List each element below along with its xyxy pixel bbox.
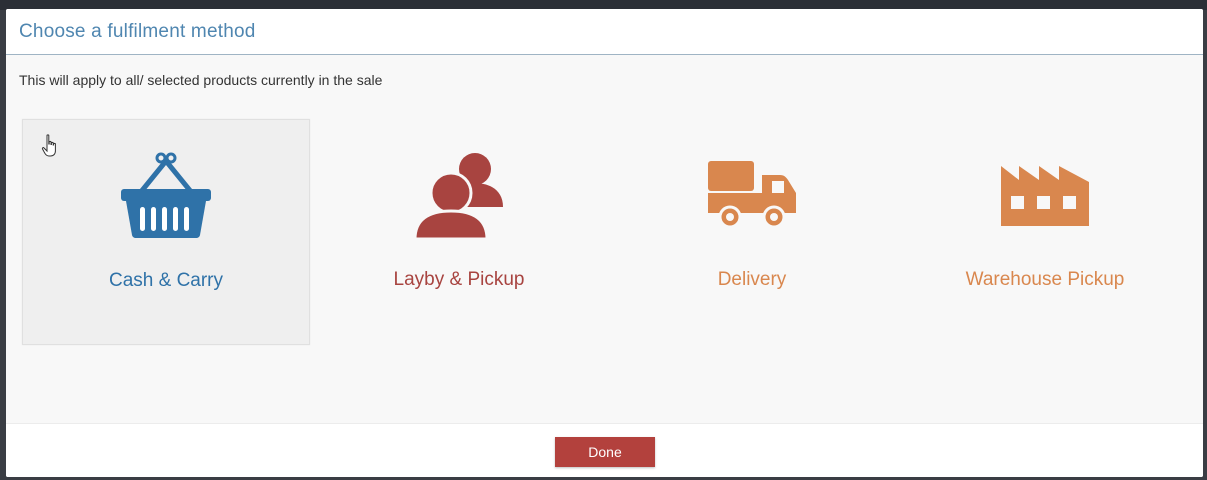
dialog-footer: Done bbox=[6, 423, 1203, 477]
basket-icon bbox=[116, 150, 216, 242]
done-button[interactable]: Done bbox=[555, 437, 655, 467]
option-label: Cash & Carry bbox=[108, 270, 224, 291]
fulfilment-dialog: Choose a fulfilment method This will app… bbox=[6, 9, 1203, 477]
option-label: Delivery bbox=[717, 269, 787, 290]
option-warehouse-pickup[interactable]: Warehouse Pickup bbox=[901, 119, 1189, 345]
option-cash-and-carry[interactable]: Cash & Carry bbox=[22, 119, 310, 345]
dialog-header: Choose a fulfilment method bbox=[6, 9, 1203, 55]
option-delivery[interactable]: Delivery bbox=[608, 119, 896, 345]
hand-cursor-icon bbox=[41, 134, 59, 165]
factory-icon bbox=[995, 149, 1095, 241]
option-layby-and-pickup[interactable]: Layby & Pickup bbox=[315, 119, 603, 345]
dialog-title: Choose a fulfilment method bbox=[19, 20, 256, 42]
fulfilment-options: Cash & Carry Layby & Pickup Delivery War… bbox=[22, 119, 1194, 355]
option-label: Warehouse Pickup bbox=[965, 269, 1125, 290]
truck-icon bbox=[702, 149, 802, 241]
users-icon bbox=[409, 149, 509, 241]
option-label: Layby & Pickup bbox=[393, 269, 525, 290]
dialog-subtitle: This will apply to all/ selected product… bbox=[19, 72, 383, 88]
